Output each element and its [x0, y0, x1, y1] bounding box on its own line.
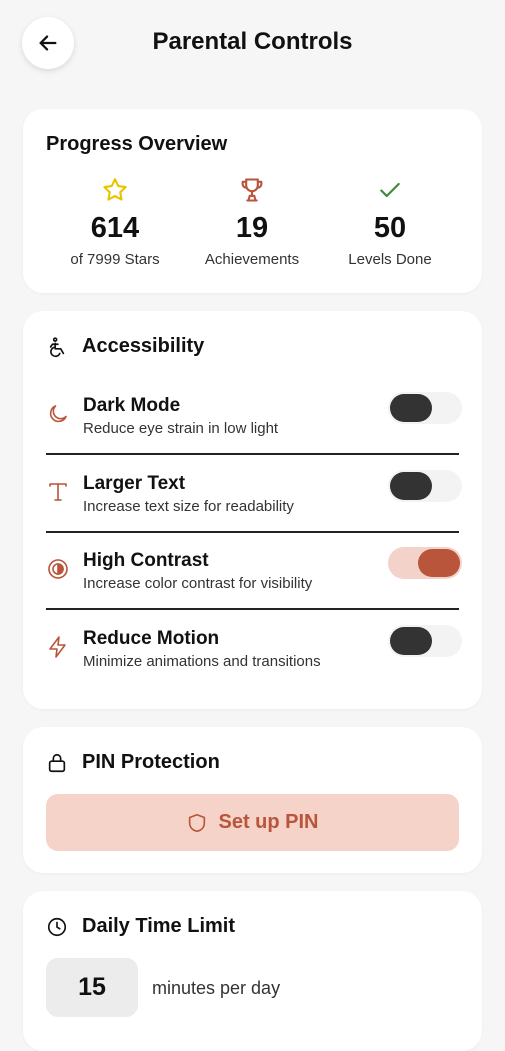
- lightning-icon: [49, 636, 66, 658]
- levels-label: Levels Done: [348, 251, 432, 268]
- trophy-icon: [241, 178, 263, 202]
- page-title: Parental Controls: [152, 28, 353, 55]
- stars-value: 614: [90, 212, 140, 244]
- divider: [46, 608, 459, 610]
- accessibility-icon: [49, 336, 65, 357]
- moon-icon: [49, 405, 67, 423]
- dark-mode-desc: Reduce eye strain in low light: [83, 420, 279, 437]
- clock-icon: [47, 917, 67, 936]
- setting-reduce-motion: Reduce Motion Minimize animations and tr…: [46, 617, 462, 695]
- toggle-knob: [390, 472, 432, 500]
- time-limit-title: Daily Time Limit: [82, 915, 236, 937]
- accessibility-title: Accessibility: [82, 335, 205, 357]
- progress-title: Progress Overview: [46, 133, 228, 155]
- dark-mode-toggle[interactable]: [388, 392, 462, 424]
- stars-stat: 614 of 7999 Stars: [45, 175, 185, 268]
- achievements-value: 19: [235, 212, 269, 244]
- lock-icon: [48, 753, 66, 772]
- minutes-label: minutes per day: [152, 978, 281, 998]
- text-size-icon: [49, 483, 67, 501]
- high-contrast-desc: Increase color contrast for visibility: [83, 575, 313, 592]
- setting-larger-text: Larger Text Increase text size for reada…: [46, 462, 462, 540]
- accessibility-card: Accessibility Dark Mode Reduce eye strai…: [23, 311, 482, 709]
- reduce-motion-toggle[interactable]: [388, 625, 462, 657]
- reduce-motion-title: Reduce Motion: [83, 628, 220, 649]
- achievements-label: Achievements: [204, 251, 300, 268]
- minutes-input[interactable]: 15: [46, 958, 138, 1017]
- check-icon: [380, 182, 400, 198]
- high-contrast-toggle[interactable]: [388, 547, 462, 579]
- larger-text-title: Larger Text: [83, 473, 186, 494]
- achievements-stat: 19 Achievements: [182, 175, 322, 268]
- header: Parental Controls: [0, 0, 505, 90]
- setup-pin-button[interactable]: Set up PIN: [46, 794, 459, 851]
- stars-label: of 7999 Stars: [70, 251, 160, 268]
- time-limit-card: Daily Time Limit 15 minutes per day: [23, 891, 482, 1051]
- setting-high-contrast: High Contrast Increase color contrast fo…: [46, 539, 462, 617]
- contrast-icon: [48, 559, 68, 579]
- star-icon: [103, 178, 127, 201]
- toggle-knob: [390, 627, 432, 655]
- divider: [46, 453, 459, 455]
- levels-stat: 50 Levels Done: [320, 175, 460, 268]
- levels-value: 50: [373, 212, 407, 244]
- toggle-knob: [390, 394, 432, 422]
- progress-overview-card: Progress Overview 614 of 7999 Stars 19 A…: [23, 109, 482, 293]
- divider: [46, 531, 459, 533]
- setting-dark-mode: Dark Mode Reduce eye strain in low light: [46, 384, 462, 462]
- toggle-knob: [418, 549, 460, 577]
- pin-protection-card: PIN Protection Set up PIN: [23, 727, 482, 873]
- reduce-motion-desc: Minimize animations and transitions: [83, 653, 321, 670]
- high-contrast-title: High Contrast: [83, 550, 209, 571]
- setup-pin-label: Set up PIN: [218, 811, 319, 833]
- larger-text-desc: Increase text size for readability: [83, 498, 294, 515]
- larger-text-toggle[interactable]: [388, 470, 462, 502]
- shield-icon: [189, 813, 206, 832]
- pin-title: PIN Protection: [82, 751, 220, 773]
- dark-mode-title: Dark Mode: [83, 395, 181, 416]
